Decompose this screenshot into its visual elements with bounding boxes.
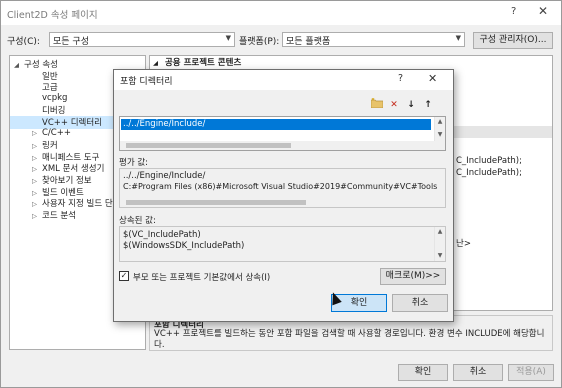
- tree-item-label: 일반: [42, 71, 58, 82]
- list-item[interactable]: ../../Engine/Include/: [121, 119, 431, 130]
- evaluated-line: ../../Engine/Include/: [123, 171, 206, 181]
- collapse-icon: ◢: [153, 59, 158, 67]
- chevron-up-icon[interactable]: ▲: [435, 118, 445, 125]
- include-directories-dialog: 포함 디렉터리 ? ✕ ✕ ↓ ↑ ../../Engine/Include/ …: [113, 69, 454, 322]
- vertical-scrollbar[interactable]: ▲ ▼: [434, 117, 445, 141]
- expand-icon[interactable]: ▷: [32, 177, 42, 185]
- window-title: Client2D 속성 페이지: [7, 10, 98, 21]
- inherited-line: $(VC_IncludePath): [123, 230, 201, 240]
- tree-item-label: VC++ 디렉터리: [42, 118, 102, 128]
- dialog-help-button[interactable]: ?: [398, 73, 403, 84]
- inherited-values: $(VC_IncludePath) $(WindowsSDK_IncludePa…: [119, 226, 446, 262]
- chevron-down-icon: ▼: [225, 34, 231, 42]
- move-down-icon[interactable]: ↓: [404, 98, 418, 112]
- expand-icon[interactable]: ▷: [32, 154, 42, 162]
- expand-icon[interactable]: ▷: [32, 129, 42, 137]
- grid-value-fragment: C_IncludePath);: [456, 156, 522, 166]
- close-button[interactable]: ✕: [538, 4, 548, 18]
- platform-select-value: 모든 플랫폼: [286, 37, 331, 47]
- grid-value-fragment: C_IncludePath);: [456, 168, 522, 178]
- config-label: 구성(C):: [7, 37, 40, 47]
- config-manager-button[interactable]: 구성 관리자(O)...: [473, 32, 553, 49]
- scrollbar-thumb[interactable]: [126, 143, 291, 148]
- tree-item-label: 링커: [42, 141, 58, 152]
- expand-icon[interactable]: ▷: [32, 200, 42, 208]
- inherited-label: 상속된 값:: [119, 216, 156, 226]
- chevron-down-icon: ▼: [455, 34, 461, 42]
- grid-section-header[interactable]: ◢ 공용 프로젝트 콘텐츠: [150, 56, 552, 69]
- cancel-button[interactable]: 취소: [453, 364, 503, 381]
- config-select-value: 모든 구성: [53, 37, 89, 47]
- tree-item-label: 고급: [42, 83, 58, 94]
- help-button[interactable]: ?: [511, 6, 516, 17]
- tree-item-label: 찾아보기 정보: [42, 176, 92, 186]
- tree-item-label: vcpkg: [42, 92, 68, 103]
- expand-icon[interactable]: ▷: [32, 212, 42, 220]
- vertical-scrollbar[interactable]: ▲ ▼: [434, 227, 445, 261]
- chevron-down-icon[interactable]: ▼: [435, 131, 445, 138]
- platform-label: 플랫폼(P):: [239, 37, 280, 47]
- expand-icon[interactable]: ▷: [32, 189, 42, 197]
- evaluated-values: ../../Engine/Include/ C:#Program Files (…: [119, 168, 446, 208]
- expand-icon[interactable]: ▷: [32, 165, 42, 173]
- tree-item-label: 사용자 지정 빌드 단: [42, 199, 113, 210]
- tree-item-label: XML 문서 생성기: [42, 164, 105, 175]
- config-select[interactable]: 모든 구성 ▼: [49, 32, 235, 47]
- tree-item-label: 디버깅: [42, 106, 66, 117]
- horizontal-scrollbar[interactable]: [120, 141, 445, 150]
- evaluated-line: C:#Program Files (x86)#Microsoft Visual …: [123, 182, 438, 191]
- grid-section-title: 공용 프로젝트 콘텐츠: [164, 58, 242, 68]
- dialog-close-button[interactable]: ✕: [428, 72, 437, 85]
- directory-listbox[interactable]: ../../Engine/Include/ ▲ ▼: [119, 116, 446, 151]
- dialog-cancel-button[interactable]: 취소: [392, 294, 448, 312]
- collapse-icon[interactable]: ◢: [14, 61, 24, 69]
- grid-value-fragment: 난>: [456, 239, 471, 249]
- inherit-checkbox[interactable]: ✓: [119, 271, 129, 281]
- tree-item-label: 빌드 이벤트: [42, 187, 84, 198]
- tree-item-label: 매니페스트 도구: [42, 152, 100, 163]
- tree-item-label: 구성 속성: [24, 60, 58, 70]
- dialog-title-bar: 포함 디렉터리 ? ✕: [114, 70, 453, 90]
- inherited-line: $(WindowsSDK_IncludePath): [123, 241, 245, 251]
- description-body: VC++ 프로젝트를 빌드하는 동안 포함 파일을 검색할 때 사용할 경로입니…: [154, 329, 545, 350]
- tree-item-label: C/C++: [42, 127, 71, 138]
- chevron-down-icon[interactable]: ▼: [435, 252, 445, 259]
- evaluated-label: 평가 값:: [119, 158, 149, 168]
- ok-button[interactable]: 확인: [398, 364, 448, 381]
- chevron-up-icon[interactable]: ▲: [435, 228, 445, 235]
- apply-button[interactable]: 적용(A): [508, 364, 554, 381]
- scrollbar-thumb[interactable]: [126, 200, 306, 205]
- delete-icon[interactable]: ✕: [387, 98, 401, 112]
- new-folder-icon[interactable]: [370, 97, 384, 112]
- platform-select[interactable]: 모든 플랫폼 ▼: [282, 32, 465, 47]
- macros-button[interactable]: 매크로(M)>>: [380, 268, 446, 285]
- inherit-checkbox-label: 부모 또는 프로젝트 기본값에서 상속(I): [133, 273, 271, 283]
- expand-icon[interactable]: ▷: [32, 142, 42, 150]
- horizontal-scrollbar[interactable]: [120, 198, 445, 207]
- tree-item-label: 코드 분석: [42, 210, 76, 221]
- dialog-title: 포함 디렉터리: [120, 77, 173, 87]
- window-title-bar: Client2D 속성 페이지 ? ✕: [1, 1, 561, 25]
- move-up-icon[interactable]: ↑: [421, 98, 435, 112]
